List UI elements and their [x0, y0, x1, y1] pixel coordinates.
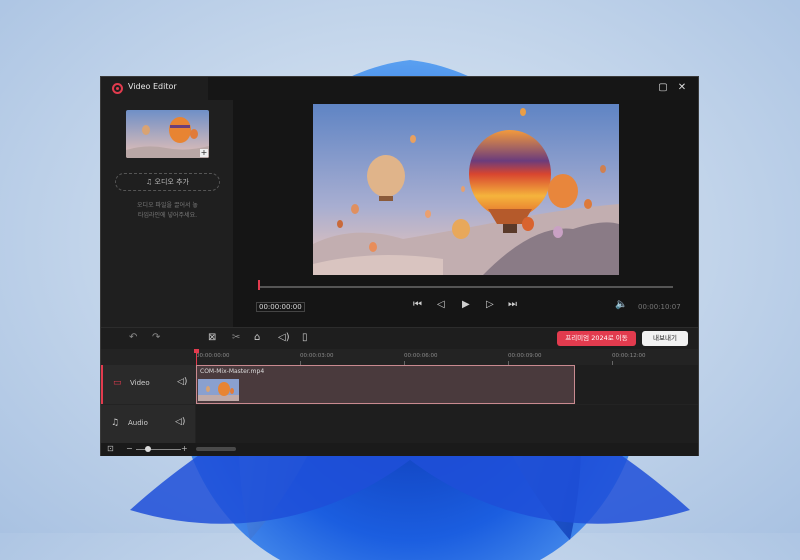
tick-label: 00:00:06:00 — [404, 353, 438, 359]
zoom-bar: ⊡ − + — [101, 443, 698, 456]
app-window: Video Editor ▢ ✕ + ♫ 오디오 추가 오디오 파일을 끌어서 … — [100, 76, 699, 456]
tick-label: 00:00:09:00 — [508, 353, 542, 359]
skip-end-icon[interactable]: ⏭ — [508, 299, 517, 310]
app-title: Video Editor — [128, 82, 177, 91]
add-audio-button[interactable]: ♫ 오디오 추가 — [115, 173, 220, 191]
balloon-clip-image — [198, 379, 239, 401]
step-back-icon[interactable]: ◁ — [437, 299, 445, 310]
upgrade-button[interactable]: 프리미엄 2024로 이동 — [557, 331, 636, 346]
media-panel: + ♫ 오디오 추가 오디오 파일을 끌어서 놓 타임라인에 넣어주세요. — [101, 100, 233, 327]
tick-label: 00:00:03:00 — [300, 353, 334, 359]
video-clip[interactable]: COM-Mix-Master.mp4 — [196, 365, 575, 404]
volume-icon[interactable]: 🔈 — [615, 299, 627, 310]
total-time: 00:00:10:07 — [638, 303, 681, 311]
mic-icon[interactable]: ▯ — [302, 332, 308, 343]
redo-icon[interactable]: ↷ — [152, 332, 160, 343]
video-preview[interactable] — [313, 104, 619, 275]
track-header-audio[interactable]: ♫ Audio ◁) — [101, 405, 195, 443]
tick-label: 00:00:00:00 — [196, 353, 230, 359]
media-thumbnail[interactable]: + — [126, 110, 209, 158]
tick-label: 00:00:12:00 — [612, 353, 646, 359]
step-forward-icon[interactable]: ▷ — [486, 299, 494, 310]
video-icon: ▭ — [113, 378, 122, 388]
fit-icon[interactable]: ⊡ — [107, 444, 114, 453]
hint-line-1: 오디오 파일을 끌어서 놓 — [137, 202, 198, 209]
close-icon[interactable]: ✕ — [676, 82, 688, 94]
scrub-handle[interactable] — [258, 280, 260, 290]
zoom-out-icon[interactable]: − — [126, 444, 133, 453]
clip-name: COM-Mix-Master.mp4 — [200, 368, 265, 375]
delete-icon[interactable]: ⊠ — [208, 332, 216, 343]
zoom-slider[interactable] — [136, 449, 181, 450]
speed-icon[interactable]: ⌂ — [254, 332, 260, 343]
title-bar: Video Editor ▢ ✕ — [101, 77, 698, 100]
volume-icon[interactable]: ◁) — [177, 377, 187, 387]
skip-start-icon[interactable]: ⏮ — [413, 299, 422, 310]
time-ruler[interactable]: 00:00:00:00 00:00:03:00 00:00:06:00 00:0… — [196, 349, 698, 365]
track-label: Video — [130, 379, 150, 387]
cut-icon[interactable]: ✂ — [232, 332, 240, 343]
balloon-thumbnail-image — [126, 110, 209, 158]
zoom-slider-knob[interactable] — [145, 446, 151, 452]
audio-track-lane[interactable] — [196, 405, 698, 443]
horizontal-scrollbar[interactable] — [196, 447, 236, 451]
undo-icon[interactable]: ↶ — [129, 332, 137, 343]
track-header-video[interactable]: ▭ Video ◁) — [101, 365, 197, 404]
timeline: 00:00:00:00 00:00:03:00 00:00:06:00 00:0… — [101, 349, 698, 456]
timeline-playhead[interactable] — [194, 349, 199, 365]
volume-icon[interactable]: ◁) — [175, 417, 185, 427]
play-icon[interactable]: ▶ — [462, 299, 470, 310]
audio-detach-icon[interactable]: ◁) — [278, 332, 290, 343]
edit-toolbar: ↶ ↷ ⊠ ✂ ⌂ ◁) ▯ 프리미엄 2024로 이동 내보내기 — [101, 327, 698, 350]
track-label: Audio — [128, 419, 148, 427]
export-button[interactable]: 내보내기 — [642, 331, 688, 346]
record-icon — [112, 83, 123, 94]
hint-line-2: 타임라인에 넣어주세요. — [137, 212, 197, 219]
restore-icon[interactable]: ▢ — [657, 82, 669, 94]
balloon-preview-image — [313, 104, 619, 275]
audio-hint: 오디오 파일을 끌어서 놓 타임라인에 넣어주세요. — [111, 201, 224, 221]
add-icon[interactable]: + — [200, 149, 208, 157]
scrub-bar[interactable] — [259, 286, 673, 288]
zoom-in-icon[interactable]: + — [181, 444, 188, 453]
current-time: 00:00:00:00 — [256, 302, 305, 312]
title-tab: Video Editor — [101, 77, 208, 100]
clip-thumbnail — [198, 379, 239, 401]
music-icon: ♫ — [111, 418, 120, 428]
